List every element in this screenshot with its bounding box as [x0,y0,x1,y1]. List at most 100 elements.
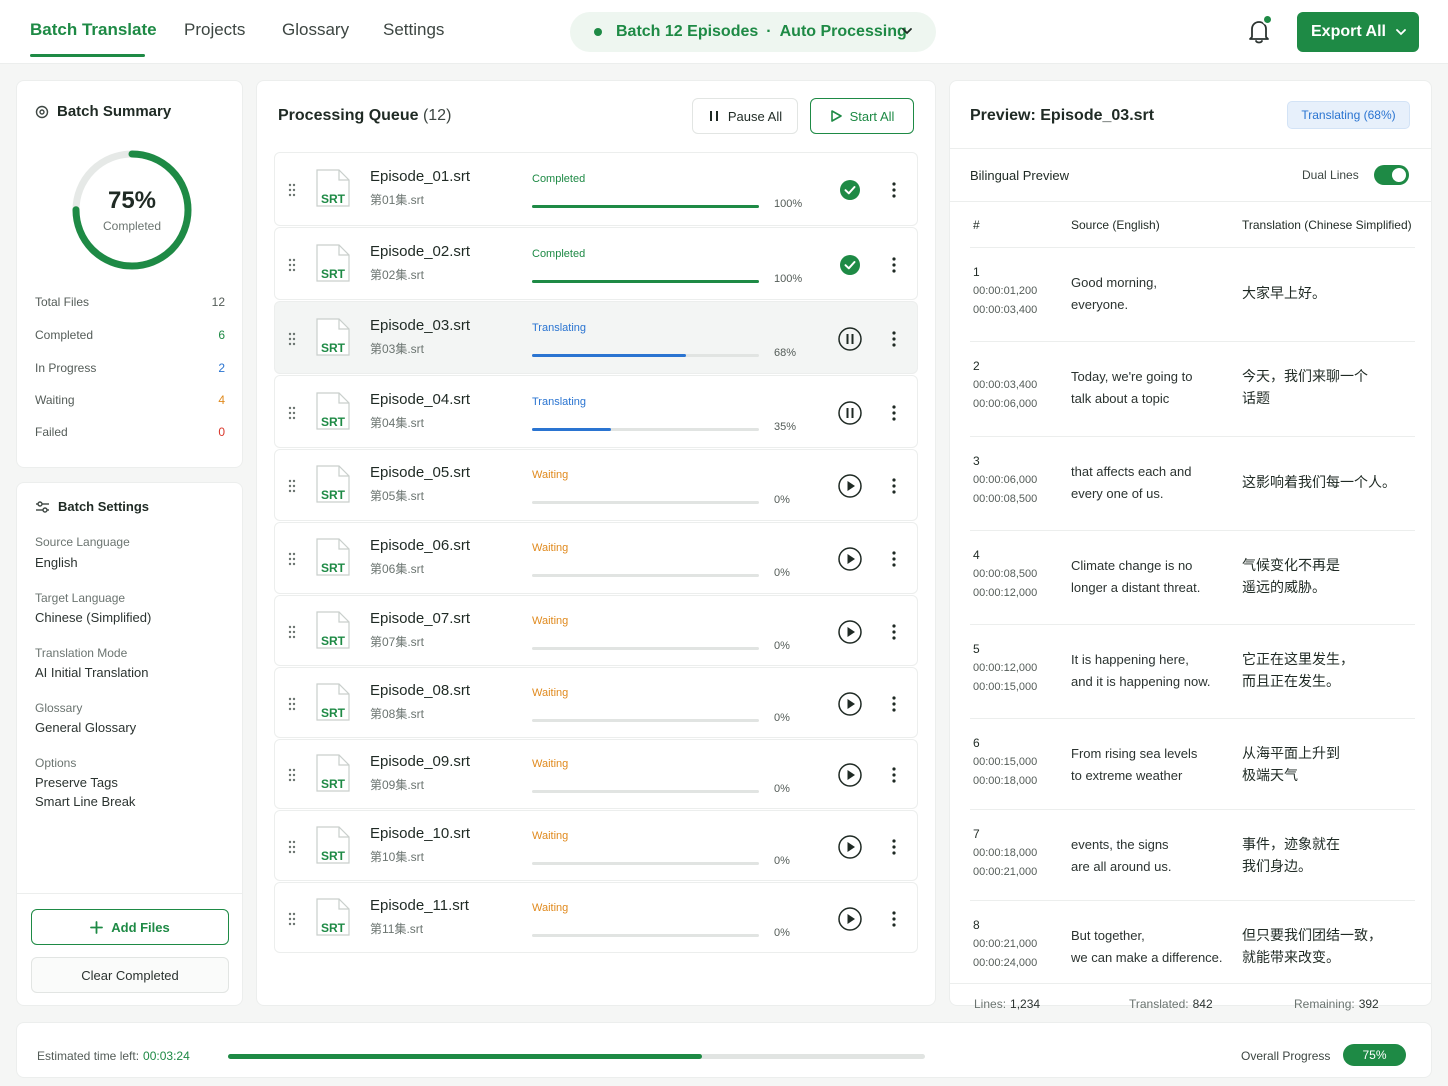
clear-completed-button[interactable]: Clear Completed [31,957,229,993]
source-line: From rising sea levels [1071,746,1198,761]
remaining-count: Remaining: 392 [1294,997,1379,1011]
queue-row[interactable]: SRT Episode_07.srt 第07集.srt Waiting 0% [274,595,918,666]
translation-text: 气候变化不再是 遥远的威胁。 [1242,554,1412,598]
tab-settings[interactable]: Settings [383,20,444,40]
stat-value: 0 [218,425,225,439]
file-output-name: 第07集.srt [370,634,425,649]
progress-percent: 0% [774,494,790,506]
preview-title: Preview: Episode_03.srt [970,107,1155,124]
more-options-icon[interactable] [889,623,899,641]
progress-percent: 68% [774,346,797,359]
drag-handle-icon[interactable] [287,911,297,927]
translation-line: 我们身边。 [1242,858,1312,874]
more-options-icon[interactable] [889,550,899,568]
col-header-source: Source (English) [1071,218,1160,232]
dual-lines-toggle[interactable] [1374,165,1409,185]
translation-mode-value[interactable]: AI Initial Translation [35,665,148,680]
queue-row[interactable]: SRT Episode_04.srt 第04集.srt Translating 35% [274,375,918,448]
drag-handle-icon[interactable] [287,405,297,421]
stat-label: Waiting [35,393,75,407]
source-text: that affects each and every one of us. [1071,461,1231,505]
play-circle-icon[interactable] [837,619,863,645]
file-output-name: 第06集.srt [370,562,425,576]
play-circle-icon[interactable] [837,546,863,572]
batch-status-dropdown[interactable]: Batch 12 Episodes · Auto Processing [570,12,936,52]
stat-in-progress: In Progress 2 [35,361,225,375]
drag-handle-icon[interactable] [287,331,297,347]
tab-projects[interactable]: Projects [184,20,245,40]
drag-handle-icon[interactable] [287,767,297,783]
tab-batch-translate[interactable]: Batch Translate [30,20,157,40]
queue-row[interactable]: SRT Episode_11.srt 第11集.srt Waiting 0% [274,882,918,953]
glossary-value[interactable]: General Glossary [35,720,136,735]
queue-row[interactable]: SRT Episode_01.srt 第01集.srt Completed 100% [274,152,918,226]
glossary-label: Glossary [35,701,83,715]
pause-circle-icon[interactable] [837,326,863,352]
source-line: to extreme weather [1071,768,1183,783]
progress-percent: 0% [774,926,790,939]
play-circle-icon[interactable] [837,691,863,717]
progress-bar [532,427,759,431]
add-files-button[interactable]: Add Files [31,909,229,945]
play-circle-icon[interactable] [837,762,863,788]
queue-row[interactable]: SRT Episode_02.srt 第02集.srt Completed 100% [274,227,918,300]
queue-row[interactable]: SRT Episode_10.srt 第10集.srt Waiting 0% [274,810,918,881]
source-line: Today, we're going to [1071,369,1193,384]
stat-label: Failed [35,425,68,439]
source-line: and it is happening now. [1071,674,1211,689]
pause-circle-icon[interactable] [837,400,863,426]
more-options-icon[interactable] [889,330,899,348]
bilingual-preview-label: Bilingual Preview [970,168,1069,183]
stat-value: 12 [211,295,225,309]
play-icon [830,110,842,122]
divider [970,247,1415,248]
more-options-icon[interactable] [889,181,899,199]
tab-glossary[interactable]: Glossary [282,20,349,40]
file-output-name: 第09集.srt [370,778,425,792]
translation-line: 遥远的威胁。 [1242,579,1326,595]
play-circle-icon[interactable] [837,834,863,860]
overall-progress-badge: 75% [1343,1044,1406,1066]
pause-all-button[interactable]: Pause All [692,98,798,134]
more-options-icon[interactable] [889,910,899,928]
srt-file-icon: SRT [315,682,351,722]
option-preserve-tags[interactable]: Preserve Tags [35,775,118,790]
drag-handle-icon[interactable] [287,257,297,273]
more-options-icon[interactable] [889,477,899,495]
source-line: talk about a topic [1071,391,1170,406]
drag-handle-icon[interactable] [287,839,297,855]
progress-percent: 0% [774,711,790,724]
drag-handle-icon[interactable] [287,551,297,567]
source-language-value[interactable]: English [35,555,78,570]
play-circle-icon[interactable] [837,906,863,932]
stat-waiting: Waiting 4 [35,393,225,407]
status-label: Waiting [532,542,569,554]
start-all-button[interactable]: Start All [810,98,914,134]
play-circle-icon[interactable] [837,473,863,499]
more-options-icon[interactable] [889,766,899,784]
export-all-button[interactable]: Export All [1297,12,1419,52]
more-options-icon[interactable] [889,695,899,713]
queue-row[interactable]: SRT Episode_05.srt 第05集.srt Waiting 0% [274,449,918,521]
queue-row[interactable]: SRT Episode_08.srt 第08集.srt Waiting 0% [274,667,918,738]
status-dot [594,28,602,36]
drag-handle-icon[interactable] [287,182,297,198]
more-options-icon[interactable] [889,838,899,856]
drag-handle-icon[interactable] [287,696,297,712]
queue-row[interactable]: SRT Episode_09.srt 第09集.srt Waiting 0% [274,739,918,809]
more-options-icon[interactable] [889,256,899,274]
drag-handle-icon[interactable] [287,624,297,640]
target-language-value[interactable]: Chinese (Simplified) [35,610,151,625]
more-options-icon[interactable] [889,404,899,422]
progress-bar [532,646,759,650]
drag-handle-icon[interactable] [287,478,297,494]
progress-percent: 0% [774,783,790,795]
queue-row[interactable]: SRT Episode_03.srt 第03集.srt Translating 68% [274,301,918,374]
queue-row[interactable]: SRT Episode_06.srt 第06集.srt Waiting 0% [274,522,918,594]
progress-bar [532,205,759,208]
status-label: Translating [532,321,587,334]
progress-percent: 100% [774,272,803,285]
subtitle-number: 8 [973,918,980,932]
translated-label: Translated: [1129,997,1189,1011]
option-smart-line-break[interactable]: Smart Line Break [35,794,135,809]
